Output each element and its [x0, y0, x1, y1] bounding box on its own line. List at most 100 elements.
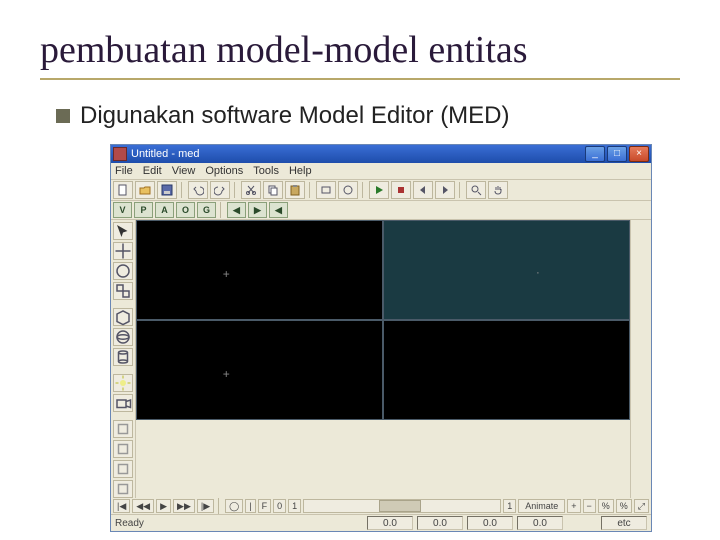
med-app-window: Untitled - med _ □ × File Edit View Options… [110, 144, 652, 532]
mode-G-button[interactable]: G [197, 202, 216, 218]
redo-button[interactable] [210, 181, 230, 199]
timeline-◯-button[interactable]: ◯ [225, 499, 243, 513]
mode-V-button[interactable]: V [113, 202, 132, 218]
tool-sph-button[interactable] [113, 328, 133, 346]
menu-help[interactable]: Help [289, 165, 312, 177]
view-⤢-button[interactable]: ⤢ [634, 499, 649, 513]
app-icon [113, 147, 127, 161]
circle-button[interactable] [338, 181, 358, 199]
tool-fx-button[interactable] [113, 420, 133, 438]
animate-button[interactable]: Animate [518, 499, 565, 513]
scrollbar-thumb[interactable] [379, 500, 421, 512]
viewport-side[interactable] [383, 320, 630, 420]
rect-button[interactable] [316, 181, 336, 199]
left-palette [111, 220, 136, 498]
main-toolbar [111, 180, 651, 201]
minimize-button[interactable]: _ [585, 146, 605, 162]
status-bar: Ready 0.0 0.0 0.0 0.0 etc [111, 515, 651, 531]
coord-y: 0.0 [417, 516, 463, 530]
toolbar-separator [309, 182, 312, 198]
mode-P-button[interactable]: P [134, 202, 153, 218]
bullet-text: Digunakan software Model Editor (MED) [80, 102, 510, 130]
status-label: Ready [115, 518, 144, 529]
tool-c-button[interactable] [113, 480, 133, 498]
timeline-▶-button[interactable]: ▶ [156, 499, 171, 513]
cursor-cross-icon: + [223, 368, 230, 380]
viewport-perspective[interactable]: · [383, 220, 630, 320]
save-button[interactable] [157, 181, 177, 199]
timeline-1-button[interactable]: 1 [288, 499, 301, 513]
tool-rot-button[interactable] [113, 262, 133, 280]
coord-w: 0.0 [517, 516, 563, 530]
zoom-button[interactable] [466, 181, 486, 199]
tool-sel-button[interactable] [113, 222, 133, 240]
bullet-item: Digunakan software Model Editor (MED) [56, 102, 680, 130]
title-underline [40, 78, 680, 80]
toolbar-separator [234, 182, 237, 198]
mode-▶-button[interactable]: ▶ [248, 202, 267, 218]
copy-button[interactable] [263, 181, 283, 199]
new-button[interactable] [113, 181, 133, 199]
frame-field[interactable]: 1 [503, 499, 516, 513]
tool-b-button[interactable] [113, 460, 133, 478]
open-button[interactable] [135, 181, 155, 199]
view-−-button[interactable]: − [583, 499, 596, 513]
mode-◀-button[interactable]: ◀ [227, 202, 246, 218]
coord-z: 0.0 [467, 516, 513, 530]
window-title: Untitled - med [131, 148, 583, 160]
menubar: File Edit View Options Tools Help [111, 163, 651, 180]
timeline-0-button[interactable]: 0 [273, 499, 286, 513]
right-scrollbar[interactable] [630, 220, 651, 498]
tool-mv-button[interactable] [113, 242, 133, 260]
view-+-button[interactable]: + [567, 499, 580, 513]
paste-button[interactable] [285, 181, 305, 199]
timeline-scrollbar[interactable] [303, 499, 501, 513]
tool-a-button[interactable] [113, 440, 133, 458]
tool-cam-button[interactable] [113, 394, 133, 412]
mode-O-button[interactable]: O [176, 202, 195, 218]
cut-button[interactable] [241, 181, 261, 199]
view-%-button[interactable]: % [616, 499, 632, 513]
mode-toolbar: VPAOG ◀▶◀ [111, 201, 651, 220]
next-button[interactable] [435, 181, 455, 199]
viewport-area[interactable]: + · + [136, 220, 630, 420]
viewport-front[interactable]: + [136, 320, 383, 420]
close-button[interactable]: × [629, 146, 649, 162]
tool-lt-button[interactable] [113, 374, 133, 392]
timeline-|-button[interactable]: | [245, 499, 255, 513]
slide-title: pembuatan model-model entitas [40, 28, 680, 72]
hand-button[interactable] [488, 181, 508, 199]
menu-file[interactable]: File [115, 165, 133, 177]
timeline-|▶-button[interactable]: |▶ [197, 499, 214, 513]
toolbar-separator [181, 182, 184, 198]
toolbar-separator [459, 182, 462, 198]
toolbar-separator [362, 182, 365, 198]
tool-scl-button[interactable] [113, 282, 133, 300]
toolbar-separator [220, 202, 223, 218]
viewport-top[interactable]: + [136, 220, 383, 320]
view-%-button[interactable]: % [598, 499, 614, 513]
mode-◀-button[interactable]: ◀ [269, 202, 288, 218]
prev-button[interactable] [413, 181, 433, 199]
titlebar[interactable]: Untitled - med _ □ × [111, 145, 651, 163]
maximize-button[interactable]: □ [607, 146, 627, 162]
timeline-|◀-button[interactable]: |◀ [113, 499, 130, 513]
timeline-F-button[interactable]: F [258, 499, 272, 513]
timeline-▶▶-button[interactable]: ▶▶ [173, 499, 195, 513]
mode-A-button[interactable]: A [155, 202, 174, 218]
cursor-cross-icon: + [223, 268, 230, 280]
tool-box-button[interactable] [113, 308, 133, 326]
bullet-square-icon [56, 109, 70, 123]
stop-button[interactable] [391, 181, 411, 199]
tool-cyl-button[interactable] [113, 348, 133, 366]
timeline-◀◀-button[interactable]: ◀◀ [132, 499, 154, 513]
menu-tools[interactable]: Tools [253, 165, 279, 177]
menu-options[interactable]: Options [205, 165, 243, 177]
cursor-cross-icon: · [536, 266, 540, 278]
menu-edit[interactable]: Edit [143, 165, 162, 177]
menu-view[interactable]: View [172, 165, 196, 177]
play-button[interactable] [369, 181, 389, 199]
status-right: etc [601, 516, 647, 530]
timeline-bar: |◀◀◀▶▶▶|▶◯|F011Animate+−%%⤢ [111, 498, 651, 515]
undo-button[interactable] [188, 181, 208, 199]
